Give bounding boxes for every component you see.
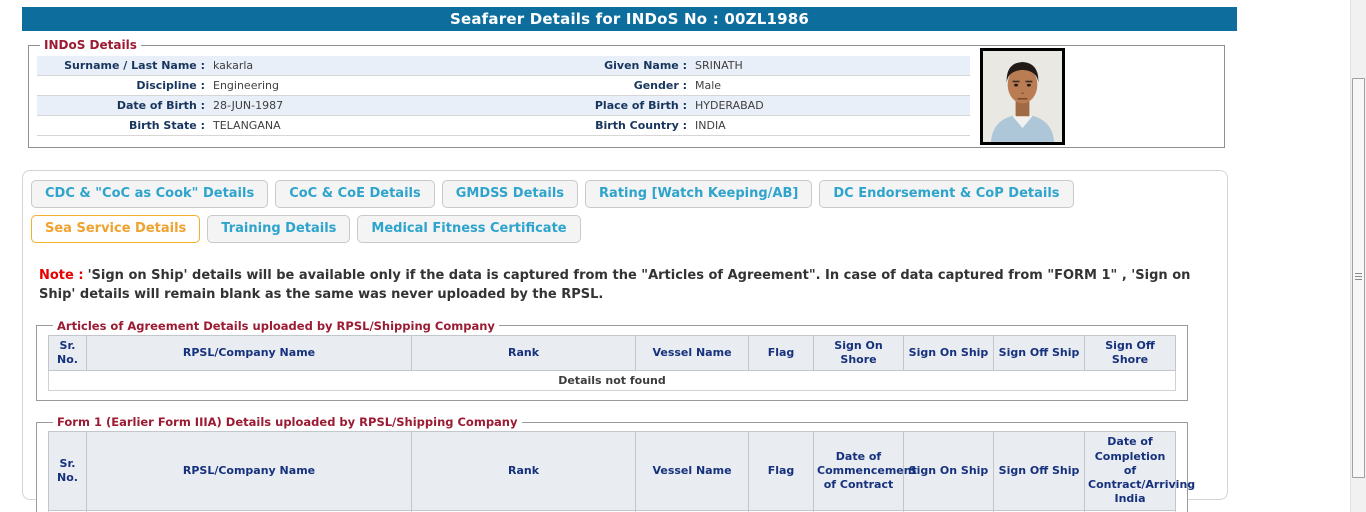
scrollbar-grip-icon — [1355, 273, 1362, 282]
discipline-label: Discipline : — [37, 79, 205, 92]
page-title: Seafarer Details for INDoS No : 00ZL1986 — [22, 7, 1237, 31]
gender-value: Male — [687, 79, 970, 92]
col-vessel: Vessel Name — [636, 432, 749, 510]
birth-country-label: Birth Country : — [487, 119, 687, 132]
col-sign-on-shore: Sign On Shore — [814, 335, 904, 371]
col-sign-off-ship: Sign Off Ship — [994, 335, 1085, 371]
surname-label: Surname / Last Name : — [37, 59, 205, 72]
col-sign-on-ship: Sign On Ship — [904, 432, 994, 510]
surname-value: kakarla — [205, 59, 487, 72]
tab-coc-coe[interactable]: CoC & CoE Details — [275, 180, 435, 208]
tab-strip: CDC & "CoC as Cook" Details CoC & CoE De… — [23, 171, 1227, 243]
col-sign-on-ship: Sign On Ship — [904, 335, 994, 371]
tab-training[interactable]: Training Details — [207, 215, 350, 243]
detail-row-name: Surname / Last Name : kakarla Given Name… — [37, 56, 970, 76]
tab-cdc-coc-as-cook[interactable]: CDC & "CoC as Cook" Details — [31, 180, 268, 208]
col-sign-off-ship: Sign Off Ship — [994, 432, 1085, 510]
discipline-value: Engineering — [205, 79, 487, 92]
detail-row-discipline: Discipline : Engineering Gender : Male — [37, 76, 970, 96]
articles-of-agreement-fieldset: Articles of Agreement Details uploaded b… — [36, 319, 1188, 402]
given-name-value: SRINATH — [687, 59, 970, 72]
vertical-scrollbar[interactable] — [1350, 0, 1366, 512]
form1-header-row: Sr. No. RPSL/Company Name Rank Vessel Na… — [49, 432, 1176, 510]
col-sr-no: Sr. No. — [49, 335, 87, 371]
personal-details-table: Surname / Last Name : kakarla Given Name… — [37, 56, 970, 136]
col-sr-no: Sr. No. — [49, 432, 87, 510]
given-name-label: Given Name : — [487, 59, 687, 72]
portrait-image — [983, 51, 1062, 142]
col-company: RPSL/Company Name — [87, 432, 412, 510]
tab-panel: CDC & "CoC as Cook" Details CoC & CoE De… — [22, 170, 1228, 500]
form1-table: Sr. No. RPSL/Company Name Rank Vessel Na… — [48, 431, 1176, 512]
birth-state-label: Birth State : — [37, 119, 205, 132]
dob-label: Date of Birth : — [37, 99, 205, 112]
place-of-birth-value: HYDERABAD — [687, 99, 970, 112]
col-sign-off-shore: Sign Off Shore — [1085, 335, 1176, 371]
col-flag: Flag — [749, 335, 814, 371]
col-rank: Rank — [412, 432, 636, 510]
form1-fieldset: Form 1 (Earlier Form IIIA) Details uploa… — [36, 415, 1188, 512]
details-not-found-message: Details not found — [49, 371, 1176, 391]
articles-legend: Articles of Agreement Details uploaded b… — [53, 319, 499, 333]
col-company: RPSL/Company Name — [87, 335, 412, 371]
articles-table: Sr. No. RPSL/Company Name Rank Vessel Na… — [48, 335, 1176, 392]
tab-medical-fitness[interactable]: Medical Fitness Certificate — [357, 215, 580, 243]
tab-rating-watch-keeping[interactable]: Rating [Watch Keeping/AB] — [585, 180, 812, 208]
dob-value: 28-JUN-1987 — [205, 99, 487, 112]
tab-gmdss[interactable]: GMDSS Details — [442, 180, 578, 208]
indos-details-legend: INDoS Details — [40, 38, 141, 52]
birth-country-value: INDIA — [687, 119, 970, 132]
tab-dc-endorsement-cop[interactable]: DC Endorsement & CoP Details — [819, 180, 1073, 208]
form1-legend: Form 1 (Earlier Form IIIA) Details uploa… — [53, 415, 522, 429]
col-vessel: Vessel Name — [636, 335, 749, 371]
place-of-birth-label: Place of Birth : — [487, 99, 687, 112]
col-commencement-date: Date of Commencement of Contract — [814, 432, 904, 510]
tab-sea-service[interactable]: Sea Service Details — [31, 215, 200, 243]
note-prefix: Note : — [39, 268, 84, 283]
scrollbar-thumb[interactable] — [1352, 78, 1365, 478]
seafarer-details-page: Seafarer Details for INDoS No : 00ZL1986… — [0, 0, 1366, 512]
col-rank: Rank — [412, 335, 636, 371]
seafarer-photo — [980, 48, 1065, 145]
articles-header-row: Sr. No. RPSL/Company Name Rank Vessel Na… — [49, 335, 1176, 371]
gender-label: Gender : — [487, 79, 687, 92]
sign-on-ship-note: Note :'Sign on Ship' details will be ava… — [39, 267, 1209, 305]
articles-empty-row: Details not found — [49, 371, 1176, 391]
col-flag: Flag — [749, 432, 814, 510]
birth-state-value: TELANGANA — [205, 119, 487, 132]
col-completion-date: Date of Completion of Contract/Arriving … — [1085, 432, 1176, 510]
note-text: 'Sign on Ship' details will be available… — [39, 268, 1190, 302]
detail-row-state: Birth State : TELANGANA Birth Country : … — [37, 116, 970, 136]
detail-row-birth: Date of Birth : 28-JUN-1987 Place of Bir… — [37, 96, 970, 116]
